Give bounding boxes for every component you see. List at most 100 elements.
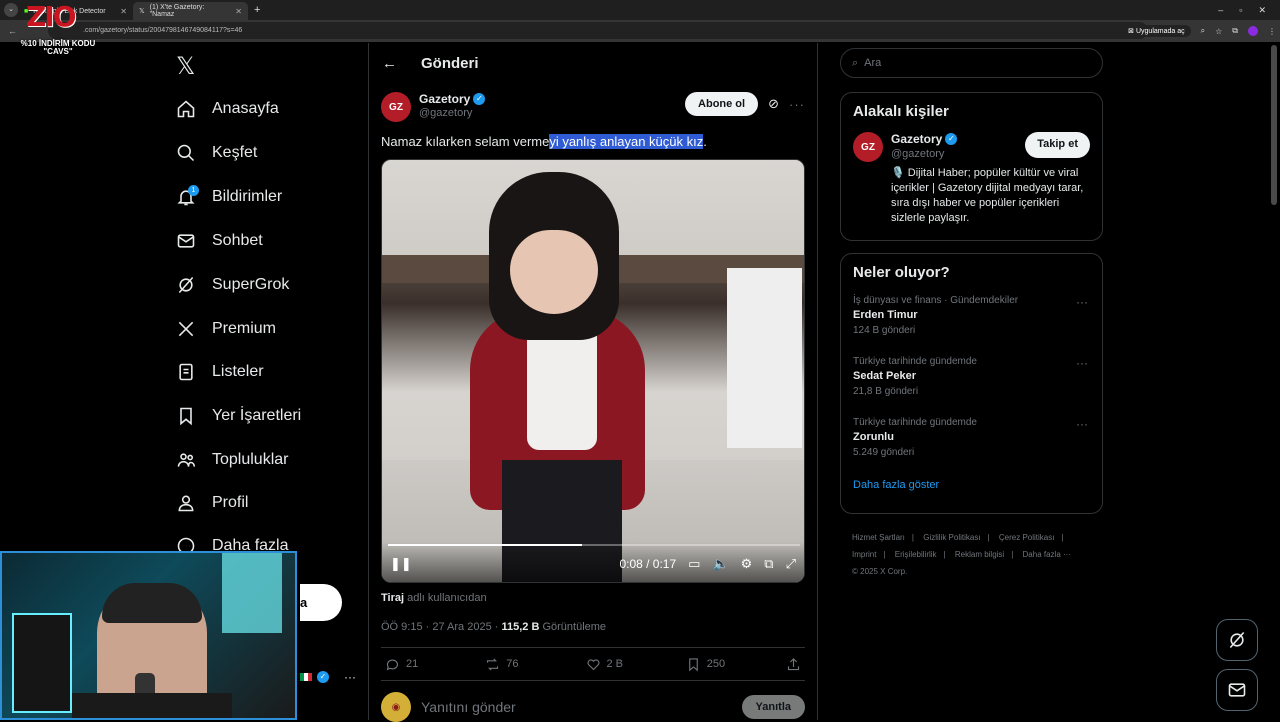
footer-link[interactable]: Daha fazla ··· [1023, 550, 1071, 559]
new-tab-button[interactable]: + [254, 4, 260, 16]
source-user[interactable]: Tiraj [381, 592, 404, 604]
account-more-icon[interactable]: ··· [344, 670, 356, 684]
tab-search-button[interactable]: ⌄ [4, 3, 18, 17]
x-icon [176, 319, 196, 339]
avatar[interactable]: GZ [853, 132, 883, 162]
bookmark-icon [688, 657, 698, 671]
search-icon [176, 143, 196, 163]
grok-icon[interactable]: ⊘ [768, 96, 779, 112]
subscribe-button[interactable]: Abone ol [685, 92, 759, 116]
reply-composer: ◉ Yanıtını gönder Yanıtla [381, 692, 805, 722]
tweet-text: Namaz kılarken selam vermeyi yanlış anla… [381, 134, 707, 149]
settings-icon[interactable]: ⚙ [741, 556, 753, 572]
tab-kicksight[interactable]: ■ KickSight Link Detector ✕ [18, 2, 133, 20]
card-title: Alakalı kişiler [853, 103, 949, 120]
nav-item-notifications[interactable]: 1 Bildirimler [176, 184, 282, 210]
maximize-button[interactable]: ▫ [1239, 5, 1242, 16]
author-name[interactable]: Gazetory [419, 92, 470, 106]
nav-item-profile[interactable]: Profil [176, 490, 248, 516]
grok-float-button[interactable] [1216, 619, 1258, 661]
person-name[interactable]: Gazetory [891, 132, 942, 146]
grok-icon [176, 275, 196, 295]
more-options-icon[interactable]: ··· [1076, 356, 1088, 370]
reply-input[interactable]: Yanıtını gönder [421, 699, 516, 715]
address-bar[interactable]: .com/gazetory/status/2004798146749084117… [48, 22, 1148, 39]
video-progress-bar[interactable] [388, 544, 800, 546]
search-input[interactable]: ⌕ Ara [840, 48, 1103, 78]
trend-item[interactable]: İş dünyası ve finans · Gündemdekiler Erd… [841, 291, 1102, 352]
bell-icon: 1 [176, 185, 199, 207]
open-in-app-button[interactable]: ⊠ Uygulamada aç [1122, 25, 1191, 37]
trend-item[interactable]: Türkiye tarihinde gündemde Sedat Peker 2… [841, 352, 1102, 413]
nav-label: SuperGrok [212, 276, 290, 293]
video-source: Tiraj adlı kullanıcıdan [381, 592, 487, 604]
window-close-button[interactable]: ✕ [1258, 5, 1266, 16]
nav-item-premium[interactable]: Premium [176, 316, 276, 342]
main-column: ← Gönderi GZ Gazetory ✓ @gazetory Abone o… [368, 43, 818, 722]
x-logo-icon[interactable]: 𝕏 [176, 52, 195, 81]
more-options-icon[interactable]: ··· [1076, 417, 1088, 431]
footer-link[interactable]: Gizlilik Politikası [923, 533, 980, 542]
menu-icon[interactable]: ⋮ [1268, 27, 1276, 36]
post-button[interactable]: a [300, 584, 342, 621]
more-options-icon[interactable]: ··· [1076, 295, 1088, 309]
volume-icon[interactable]: 🔈 [712, 556, 728, 572]
repost-button[interactable]: 76 [481, 657, 581, 672]
extensions-icon[interactable]: ⧉ [1232, 26, 1238, 36]
back-arrow-icon[interactable]: ← [382, 55, 397, 72]
close-icon[interactable]: ✕ [120, 7, 127, 16]
back-icon[interactable]: ← [8, 26, 17, 36]
footer-link[interactable]: Hizmet Şartları [852, 533, 905, 542]
trend-item[interactable]: Türkiye tarihinde gündemde Zorunlu 5.249… [841, 413, 1102, 474]
mail-icon [176, 231, 196, 251]
nav-item-chat[interactable]: Sohbet [176, 228, 263, 254]
footer-link[interactable]: Reklam bilgisi [955, 550, 1004, 559]
kicksight-favicon-icon: ■ [24, 7, 29, 15]
nav-item-explore[interactable]: Keşfet [176, 140, 257, 166]
zoom-icon[interactable]: ⌕ [1201, 26, 1205, 36]
search-icon: ⌕ [852, 56, 859, 69]
heart-icon [587, 658, 599, 670]
pause-icon[interactable]: ❚❚ [390, 556, 412, 572]
tweet: GZ Gazetory ✓ @gazetory Abone ol ⊘ ··· Na… [381, 92, 805, 722]
nav-item-bookmarks[interactable]: Yer İşaretleri [176, 403, 301, 429]
sponsor-promo: %10 İNDİRİM KODU "CAVS" [20, 39, 96, 56]
avatar[interactable]: GZ [381, 92, 411, 122]
video-controls: ❚❚ 0:08 / 0:17 ▭ 🔈 ⚙ ⧉ ⤢ [382, 542, 804, 582]
bookmark-star-icon[interactable]: ☆ [1215, 27, 1222, 36]
nav-item-home[interactable]: Anasayfa [176, 96, 279, 122]
footer-link[interactable]: Imprint [852, 550, 876, 559]
show-more-link[interactable]: Daha fazla göster [841, 474, 1102, 503]
close-icon[interactable]: ✕ [235, 7, 242, 16]
nav-item-communities[interactable]: Topluluklar [176, 447, 288, 473]
reply-button[interactable]: 21 [381, 657, 481, 672]
more-options-icon[interactable]: ··· [789, 97, 805, 112]
tab-x[interactable]: 𝕏 (1) X'te Gazetory: "Namaz ✕ [133, 2, 248, 20]
nav-label: Profil [212, 494, 249, 511]
minimize-button[interactable]: – [1218, 5, 1223, 16]
account-switcher[interactable]: ✓ ··· [300, 670, 356, 684]
nav-item-supergrok[interactable]: SuperGrok [176, 272, 289, 298]
nav-item-lists[interactable]: Listeler [176, 359, 264, 385]
relevant-person: GZ Gazetory ✓ @gazetory Takip et 🎙️ Dijit… [841, 120, 1102, 236]
messages-float-button[interactable] [1216, 669, 1258, 711]
reply-submit-button[interactable]: Yanıtla [741, 695, 805, 719]
captions-icon[interactable]: ▭ [688, 556, 700, 572]
pip-icon[interactable]: ⧉ [764, 556, 773, 572]
like-button[interactable]: 2 B [582, 657, 682, 672]
footer-link[interactable]: Çerez Politikası [999, 533, 1055, 542]
video-player[interactable]: ❚❚ 0:08 / 0:17 ▭ 🔈 ⚙ ⧉ ⤢ [381, 159, 805, 583]
search-placeholder: Ara [864, 57, 882, 69]
bookmark-button[interactable]: 250 [682, 657, 782, 672]
webcam-overlay [0, 551, 297, 720]
fullscreen-icon[interactable]: ⤢ [786, 556, 796, 572]
author-handle[interactable]: @gazetory [419, 107, 485, 119]
profile-icon[interactable] [1248, 26, 1258, 36]
share-button[interactable] [782, 657, 805, 672]
footer-link[interactable]: Erişilebilirlik [895, 550, 937, 559]
follow-button[interactable]: Takip et [1025, 132, 1090, 158]
page-scrollbar[interactable] [1271, 45, 1277, 205]
flag-icon [300, 673, 312, 681]
person-handle[interactable]: @gazetory [891, 148, 957, 160]
tweet-timestamp: ÖÖ 9:15 · 27 Ara 2025 · 115,2 B Görüntül… [381, 621, 607, 633]
